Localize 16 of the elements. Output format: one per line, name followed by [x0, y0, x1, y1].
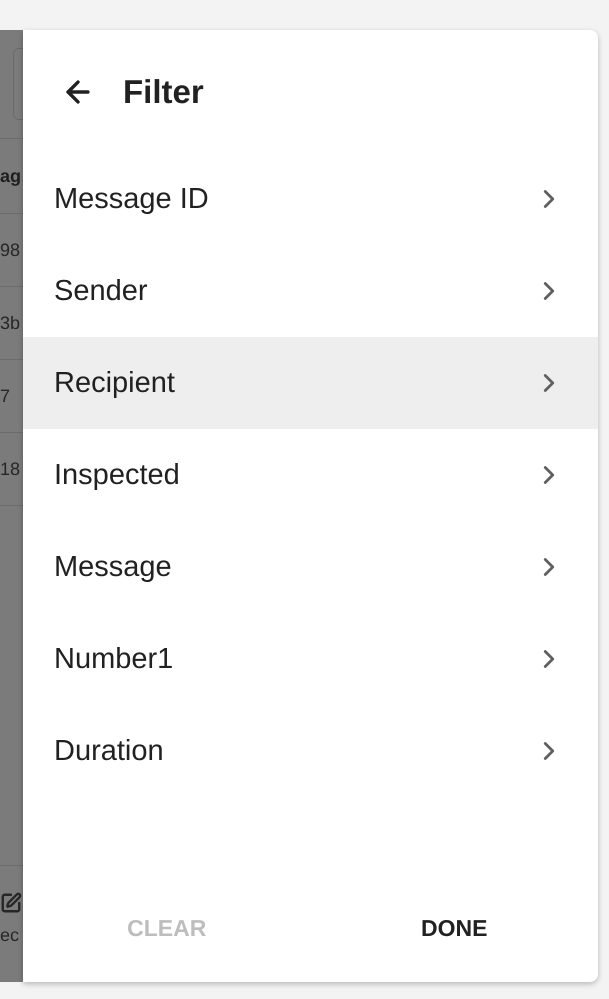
- filter-option[interactable]: Inspected: [23, 429, 598, 521]
- panel-title: Filter: [123, 75, 204, 108]
- table-cell: 18: [0, 460, 20, 478]
- column-header: ag: [0, 167, 22, 185]
- filter-option[interactable]: Message ID: [23, 153, 598, 245]
- filter-option[interactable]: Duration: [23, 705, 598, 797]
- filter-option[interactable]: Sender: [23, 245, 598, 337]
- table-cell: 3b: [0, 314, 20, 332]
- filter-option[interactable]: Message: [23, 521, 598, 613]
- filter-option[interactable]: Recipient: [23, 337, 598, 429]
- table-cell: 7: [0, 387, 10, 405]
- edit-icon[interactable]: [0, 892, 22, 914]
- toolbar-label: ec: [0, 926, 20, 944]
- table-cell: 98: [0, 241, 20, 259]
- filter-option[interactable]: Number1: [23, 613, 598, 705]
- footer-button[interactable]: DONE: [415, 912, 494, 944]
